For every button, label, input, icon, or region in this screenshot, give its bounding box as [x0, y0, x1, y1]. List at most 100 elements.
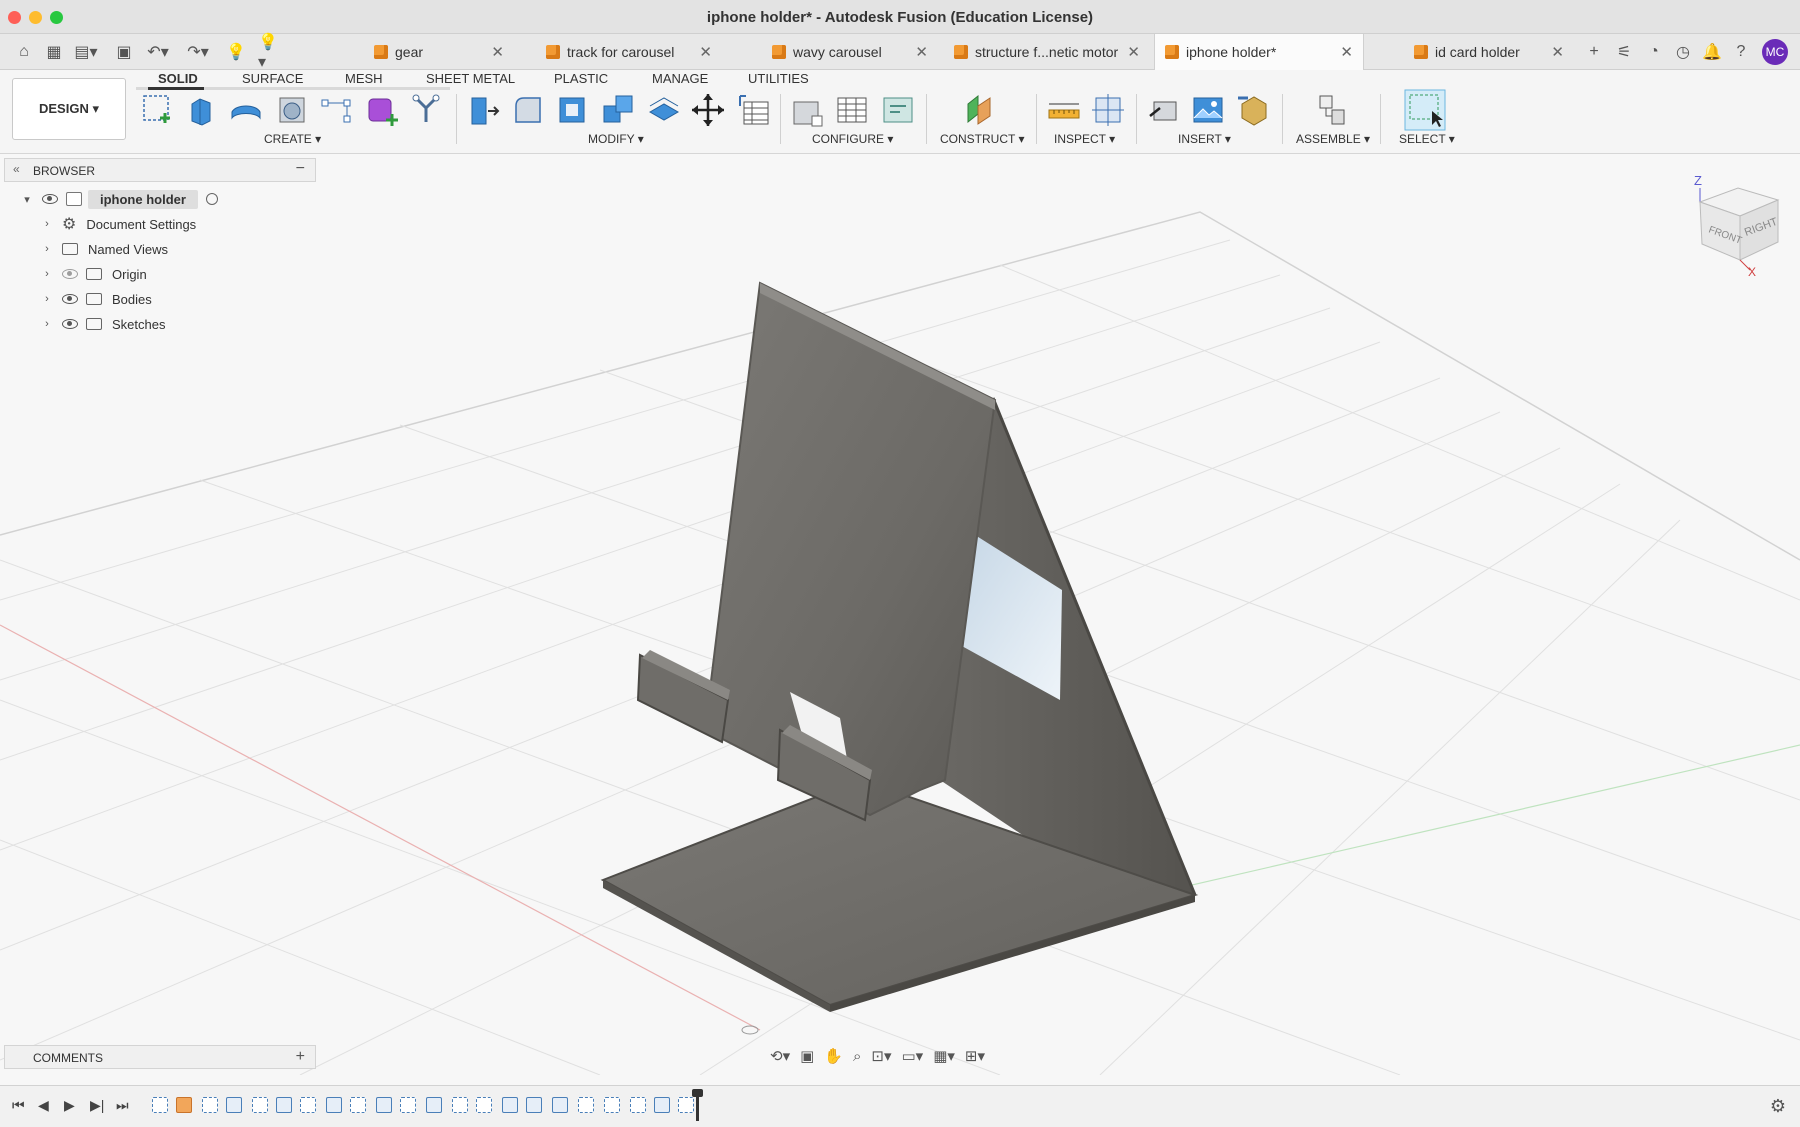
assemble-group-label[interactable]: ASSEMBLE ▾ [1296, 132, 1370, 146]
add-comment-button[interactable]: + [296, 1048, 305, 1066]
close-tab-icon[interactable]: ✕ [1127, 43, 1140, 61]
orbit-icon[interactable]: ⟲▾ [770, 1047, 790, 1065]
visibility-eye-icon[interactable] [62, 319, 78, 329]
hidden-eye-icon[interactable] [62, 269, 78, 279]
notifications-icon[interactable]: 🔔 [1700, 40, 1724, 64]
configuration-rules-icon[interactable] [880, 92, 916, 128]
timeline-feature-selected[interactable] [176, 1097, 192, 1113]
close-tab-icon[interactable]: ✕ [1340, 43, 1353, 61]
doc-tab-structure-magnetic-motor[interactable]: structure f...netic motor ✕ [944, 34, 1150, 70]
browser-root-row[interactable]: ▾ iphone holder [20, 188, 218, 210]
shell-icon[interactable] [554, 92, 590, 128]
data-panel-icon[interactable]: ⚟ [1612, 40, 1636, 64]
doc-tab-gear[interactable]: gear ✕ [364, 34, 514, 70]
3d-viewport[interactable] [0, 155, 1800, 1075]
chevron-right-icon[interactable]: › [40, 318, 54, 330]
timeline-feature-extrude[interactable] [526, 1097, 542, 1113]
browser-item-sketches[interactable]: › Sketches [40, 313, 165, 335]
revolve-icon[interactable] [228, 92, 264, 128]
job-status-icon[interactable]: ◔ [1642, 40, 1666, 64]
home-icon[interactable]: ⌂ [12, 40, 36, 64]
derive-icon[interactable] [408, 92, 444, 128]
chevron-down-icon[interactable]: ▾ [20, 193, 34, 206]
insert-mcmaster-icon[interactable] [1236, 92, 1272, 128]
combine-icon[interactable] [600, 92, 636, 128]
visibility-eye-icon[interactable] [42, 194, 58, 204]
zoom-icon[interactable]: ⌕ [853, 1048, 861, 1065]
modify-group-label[interactable]: MODIFY ▾ [588, 132, 644, 146]
redo-icon[interactable]: ↷▾ [186, 40, 210, 64]
timeline-feature-fillet[interactable] [326, 1097, 342, 1113]
timeline-feature-sketch[interactable] [452, 1097, 468, 1113]
minimize-browser-button[interactable]: − [296, 160, 305, 178]
timeline-feature-extrude[interactable] [276, 1097, 292, 1113]
doc-tab-track-for-carousel[interactable]: track for carousel ✕ [536, 34, 722, 70]
timeline-feature-fillet[interactable] [552, 1097, 568, 1113]
collapse-browser-icon[interactable]: « [13, 162, 20, 176]
fillet-icon[interactable] [510, 92, 546, 128]
close-tab-icon[interactable]: ✕ [491, 43, 504, 61]
configure-group-label[interactable]: CONFIGURE ▾ [812, 132, 893, 146]
interference-icon[interactable] [1090, 92, 1126, 128]
doc-tab-id-card-holder[interactable]: id card holder ✕ [1404, 34, 1574, 70]
file-menu-icon[interactable]: ▤▾ [74, 40, 98, 64]
look-at-icon[interactable]: ▣ [800, 1047, 814, 1065]
configuration-table-icon[interactable] [834, 92, 870, 128]
chevron-right-icon[interactable]: › [40, 218, 54, 230]
lightbulb-icon[interactable]: 💡 [224, 40, 248, 64]
offset-face-icon[interactable] [646, 92, 682, 128]
extrude-icon[interactable] [184, 92, 220, 128]
chevron-right-icon[interactable]: › [40, 293, 54, 305]
display-settings-icon[interactable]: ▭▾ [902, 1047, 924, 1065]
timeline-feature-sketch[interactable] [604, 1097, 620, 1113]
step-back-icon[interactable]: ◀ [38, 1097, 49, 1114]
timeline-feature-sketch[interactable] [678, 1097, 694, 1113]
timeline-marker[interactable] [692, 1089, 703, 1121]
timeline-feature-sketch[interactable] [202, 1097, 218, 1113]
timeline-feature-extrude[interactable] [226, 1097, 242, 1113]
tab-manage[interactable]: MANAGE [648, 70, 712, 92]
activate-component-icon[interactable] [205, 193, 218, 205]
tab-sheet-metal[interactable]: SHEET METAL [422, 70, 519, 92]
browser-item-origin[interactable]: › Origin [40, 263, 147, 285]
fit-icon[interactable]: ⊡▾ [871, 1047, 891, 1065]
close-tab-icon[interactable]: ✕ [699, 43, 712, 61]
create-form-icon[interactable] [364, 92, 400, 128]
doc-tab-wavy-carousel[interactable]: wavy carousel ✕ [762, 34, 938, 70]
tab-surface[interactable]: SURFACE [238, 70, 307, 92]
browser-item-named-views[interactable]: › Named Views [40, 238, 168, 260]
undo-icon[interactable]: ↶▾ [146, 40, 170, 64]
go-to-start-icon[interactable]: ⏮ [12, 1097, 25, 1114]
step-forward-icon[interactable]: ▶| [90, 1097, 104, 1114]
tab-mesh[interactable]: MESH [341, 70, 387, 92]
timeline-feature-sketch[interactable] [476, 1097, 492, 1113]
canvas[interactable] [0, 155, 1800, 1075]
measure-icon[interactable] [1046, 92, 1082, 128]
create-sketch-icon[interactable] [140, 92, 176, 128]
clock-icon[interactable]: ◷ [1671, 40, 1695, 64]
visibility-eye-icon[interactable] [62, 294, 78, 304]
viewcube[interactable]: Z FRONT RIGHT X [1690, 170, 1790, 280]
new-tab-icon[interactable]: + [1582, 40, 1606, 64]
select-icon[interactable] [1404, 89, 1446, 131]
timeline-feature-extrude[interactable] [376, 1097, 392, 1113]
timeline-feature-sketch[interactable] [400, 1097, 416, 1113]
chevron-right-icon[interactable]: › [40, 243, 54, 255]
inspect-group-label[interactable]: INSPECT ▾ [1054, 132, 1115, 146]
grid-icon[interactable]: ▦ [42, 40, 66, 64]
grid-settings-icon[interactable]: ▦▾ [933, 1047, 955, 1065]
timeline-feature-extrude[interactable] [426, 1097, 442, 1113]
close-tab-icon[interactable]: ✕ [915, 43, 928, 61]
insert-canvas-icon[interactable] [1190, 92, 1226, 128]
timeline-feature-sketch[interactable] [252, 1097, 268, 1113]
create-group-label[interactable]: CREATE ▾ [264, 132, 321, 146]
timeline-feature-sketch[interactable] [350, 1097, 366, 1113]
tab-solid[interactable]: SOLID [154, 70, 202, 92]
tab-utilities[interactable]: UTILITIES [744, 70, 813, 92]
viewports-icon[interactable]: ⊞▾ [965, 1047, 985, 1065]
browser-item-document-settings[interactable]: › ⚙ Document Settings [40, 213, 196, 235]
timeline-feature-sketch[interactable] [630, 1097, 646, 1113]
timeline-feature-sketch[interactable] [578, 1097, 594, 1113]
configure-design-icon[interactable] [790, 92, 826, 128]
user-avatar[interactable]: MC [1762, 39, 1788, 65]
